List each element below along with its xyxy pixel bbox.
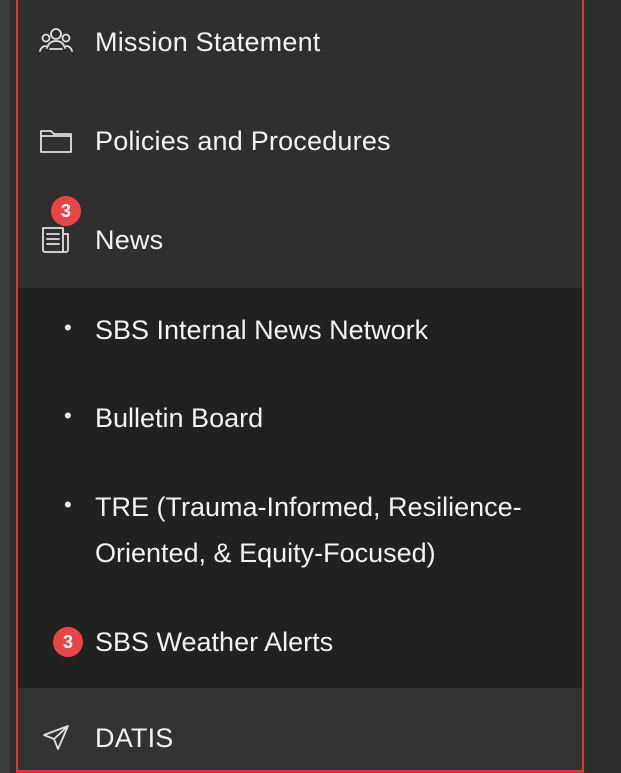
- outer-edge: [0, 0, 10, 773]
- nav-item-datis[interactable]: DATIS: [18, 716, 582, 760]
- submenu-item-tre[interactable]: • TRE (Trauma-Informed, Resilience-Orien…: [18, 484, 582, 576]
- nav-item-label: Policies and Procedures: [95, 125, 391, 156]
- bullet-icon: •: [64, 492, 72, 517]
- submenu-item-weather-alerts[interactable]: 3 SBS Weather Alerts: [18, 619, 582, 665]
- news-count-badge: 3: [51, 196, 81, 226]
- sidebar-nav: Mission Statement Policies and Procedure…: [16, 0, 584, 773]
- content-area-edge: [586, 0, 621, 773]
- people-icon: [38, 24, 74, 60]
- submenu-item-label: Bulletin Board: [95, 403, 264, 433]
- folder-icon: [38, 123, 74, 159]
- send-icon: [38, 720, 74, 756]
- newspaper-icon: [38, 222, 74, 258]
- submenu-item-bulletin-board[interactable]: • Bulletin Board: [18, 395, 582, 441]
- nav-item-mission-statement[interactable]: Mission Statement: [18, 20, 582, 64]
- bullet-icon: •: [64, 403, 72, 428]
- submenu-item-label: SBS Weather Alerts: [95, 627, 334, 657]
- submenu-item-internal-news[interactable]: • SBS Internal News Network: [18, 307, 582, 353]
- sidebar-screenshot: Mission Statement Policies and Procedure…: [0, 0, 621, 773]
- submenu-item-label: TRE (Trauma-Informed, Resilience-Oriente…: [95, 492, 522, 568]
- nav-item-policies[interactable]: Policies and Procedures: [18, 119, 582, 163]
- nav-item-label: News: [95, 224, 164, 255]
- nav-item-label: Mission Statement: [95, 26, 321, 57]
- nav-item-news[interactable]: 3 News: [18, 196, 582, 262]
- nav-item-label: DATIS: [95, 722, 174, 753]
- weather-alerts-count-badge: 3: [53, 627, 83, 657]
- bullet-icon: •: [64, 315, 72, 340]
- submenu-item-label: SBS Internal News Network: [95, 315, 429, 345]
